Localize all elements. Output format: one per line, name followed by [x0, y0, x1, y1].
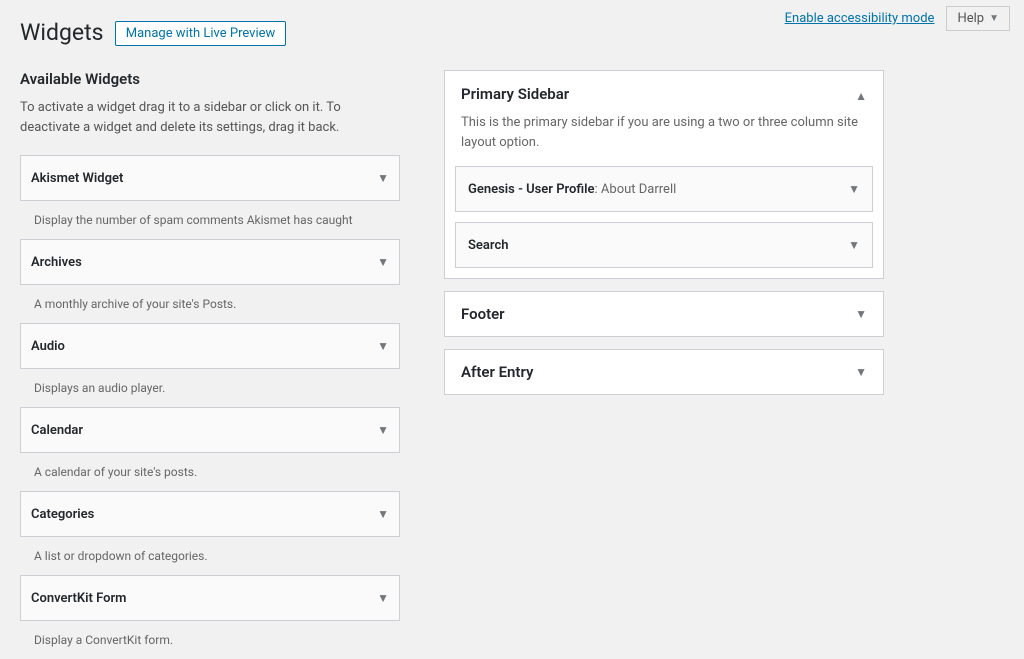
available-widget-header[interactable]: Calendar ▼: [21, 408, 399, 452]
chevron-down-icon: ▼: [377, 591, 389, 605]
available-widgets-heading: Available Widgets: [20, 70, 400, 88]
chevron-down-icon: ▼: [377, 171, 389, 185]
chevron-down-icon: ▼: [377, 507, 389, 521]
sidebar-area-primary: Primary Sidebar ▲ This is the primary si…: [444, 70, 884, 279]
chevron-down-icon: ▼: [377, 255, 389, 269]
sidebar-area-primary-header[interactable]: Primary Sidebar ▲: [445, 71, 883, 103]
sidebar-area-primary-title: Primary Sidebar: [461, 85, 569, 103]
chevron-down-icon: ▼: [377, 339, 389, 353]
chevron-down-icon: ▼: [855, 365, 867, 379]
sidebar-widget-title: Genesis - User Profile: About Darrell: [468, 182, 676, 197]
chevron-up-icon: ▲: [855, 89, 867, 103]
available-widget-title: Audio: [31, 339, 65, 354]
available-widget-title: Akismet Widget: [31, 171, 123, 186]
sidebar-area-footer-header[interactable]: Footer ▼: [445, 292, 883, 336]
sidebar-widget-header[interactable]: Genesis - User Profile: About Darrell ▼: [456, 167, 872, 211]
chevron-down-icon: ▼: [848, 238, 860, 252]
available-widget[interactable]: Calendar ▼: [20, 407, 400, 453]
available-widget-title: ConvertKit Form: [31, 591, 126, 606]
help-button-label: Help: [957, 11, 984, 26]
sidebar-area-after-entry-header[interactable]: After Entry ▼: [445, 350, 883, 394]
sidebar-widget[interactable]: Search ▼: [455, 222, 873, 268]
available-widget-description: Display the number of spam comments Akis…: [20, 201, 400, 239]
live-preview-button[interactable]: Manage with Live Preview: [115, 21, 287, 46]
sidebar-widget-subtitle: : About Darrell: [595, 182, 677, 197]
available-widget-description: Display a ConvertKit form.: [20, 621, 400, 659]
page-title: Widgets: [20, 10, 103, 50]
sidebar-area-after-entry: After Entry ▼: [444, 349, 884, 395]
available-widget-header[interactable]: Categories ▼: [21, 492, 399, 536]
available-widget[interactable]: Akismet Widget ▼: [20, 155, 400, 201]
chevron-down-icon: ▼: [848, 182, 860, 196]
available-widget[interactable]: Categories ▼: [20, 491, 400, 537]
available-widget[interactable]: ConvertKit Form ▼: [20, 575, 400, 621]
available-widget-title: Categories: [31, 507, 94, 522]
available-widget-header[interactable]: Archives ▼: [21, 240, 399, 284]
available-widget-description: A list or dropdown of categories.: [20, 537, 400, 575]
sidebar-area-after-entry-title: After Entry: [461, 363, 533, 381]
sidebar-widget-title: Search: [468, 238, 509, 253]
sidebar-area-primary-description: This is the primary sidebar if you are u…: [445, 103, 883, 166]
available-widgets-description: To activate a widget drag it to a sideba…: [20, 98, 400, 137]
sidebar-widget-header[interactable]: Search ▼: [456, 223, 872, 267]
help-button[interactable]: Help ▼: [946, 6, 1010, 31]
available-widget[interactable]: Archives ▼: [20, 239, 400, 285]
available-widget-description: Displays an audio player.: [20, 369, 400, 407]
available-widget-description: A calendar of your site's posts.: [20, 453, 400, 491]
available-widget-header[interactable]: Audio ▼: [21, 324, 399, 368]
available-widget-header[interactable]: Akismet Widget ▼: [21, 156, 399, 200]
available-widget-title: Archives: [31, 255, 82, 270]
sidebar-area-footer: Footer ▼: [444, 291, 884, 337]
chevron-down-icon: ▼: [989, 13, 999, 24]
available-widget-title: Calendar: [31, 423, 83, 438]
available-widget[interactable]: Audio ▼: [20, 323, 400, 369]
chevron-down-icon: ▼: [855, 307, 867, 321]
chevron-down-icon: ▼: [377, 423, 389, 437]
sidebar-area-footer-title: Footer: [461, 305, 505, 323]
available-widget-header[interactable]: ConvertKit Form ▼: [21, 576, 399, 620]
enable-accessibility-link[interactable]: Enable accessibility mode: [785, 11, 935, 26]
available-widget-description: A monthly archive of your site's Posts.: [20, 285, 400, 323]
sidebar-widget[interactable]: Genesis - User Profile: About Darrell ▼: [455, 166, 873, 212]
